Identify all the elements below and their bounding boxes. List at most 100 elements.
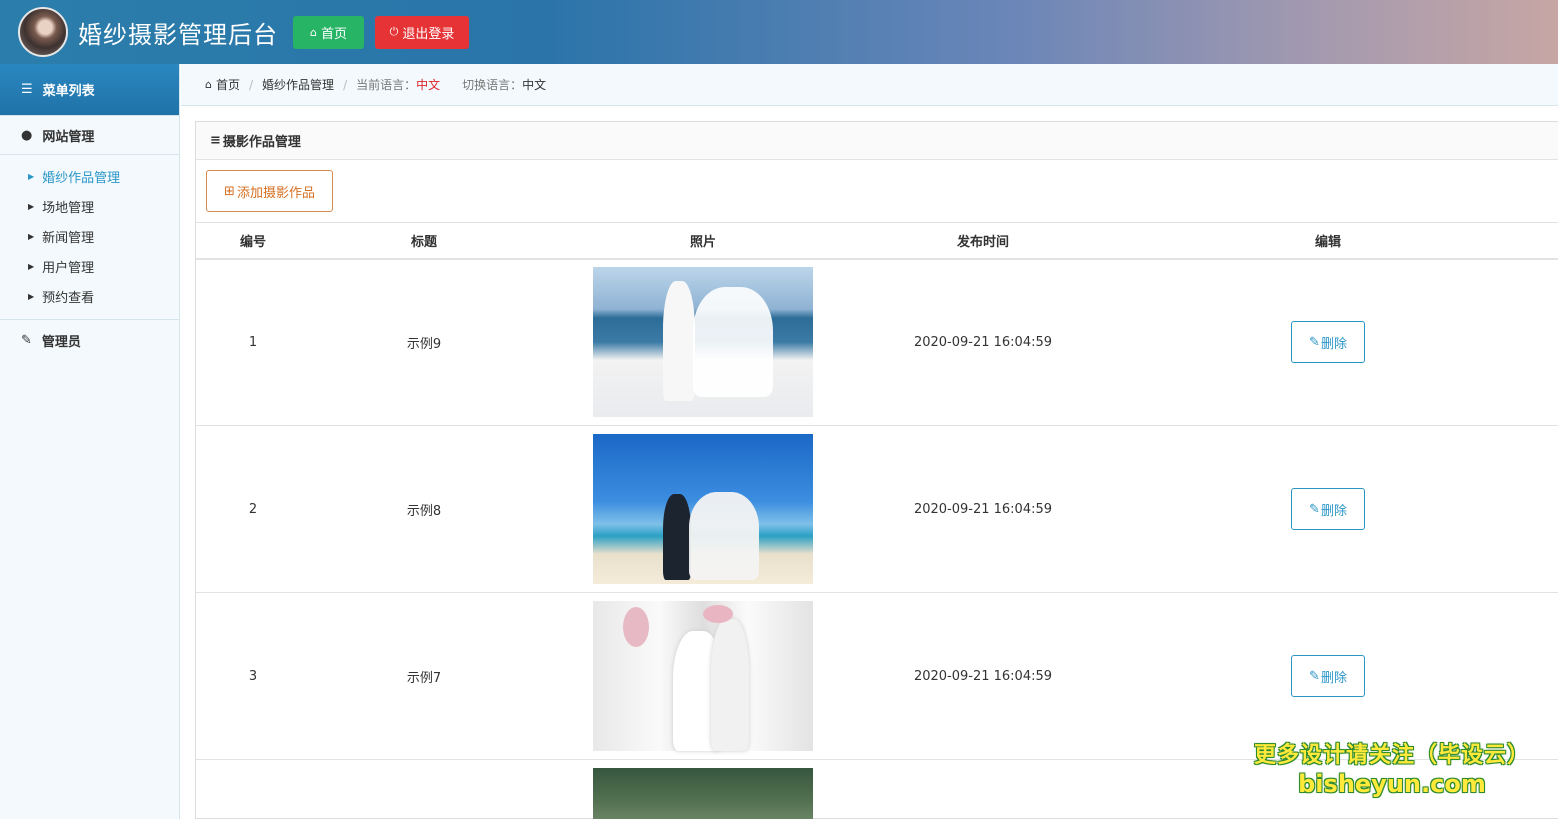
add-work-button[interactable]: ⊞ 添加摄影作品 bbox=[206, 170, 333, 212]
sidebar-item-news[interactable]: ▶ 新闻管理 bbox=[0, 221, 179, 251]
sidebar-item-works[interactable]: ▶ 婚纱作品管理 bbox=[0, 161, 179, 191]
delete-button[interactable]: ✎ 删除 bbox=[1291, 321, 1365, 364]
row-id: 2 bbox=[196, 425, 310, 593]
watermark-line1: 更多设计请关注（毕设云） bbox=[1253, 743, 1530, 768]
sidebar-group-label: 管理员 bbox=[41, 334, 81, 350]
site-title: 婚纱摄影管理后台 bbox=[78, 20, 278, 49]
edit-icon: ✎ bbox=[21, 332, 32, 348]
avatar bbox=[18, 7, 68, 57]
row-title: 示例7 bbox=[310, 592, 538, 760]
panel-title: 摄影作品管理 bbox=[222, 135, 301, 150]
logout-button-label: 退出登录 bbox=[402, 26, 455, 42]
row-action-cell: ✎ 删除 bbox=[1098, 425, 1558, 593]
caret-right-icon: ▶ bbox=[28, 231, 35, 241]
column-header-time: 发布时间 bbox=[868, 222, 1098, 260]
home-icon: ⌂ bbox=[310, 25, 317, 39]
sidebar-item-venues[interactable]: ▶ 场地管理 bbox=[0, 191, 179, 221]
sidebar-item-bookings[interactable]: ▶ 预约查看 bbox=[0, 281, 179, 311]
add-work-button-label: 添加摄影作品 bbox=[236, 185, 315, 201]
switch-language-link[interactable]: 中文 bbox=[522, 76, 546, 93]
menu-header: ☰ 菜单列表 bbox=[0, 64, 179, 115]
breadcrumb: ⌂ 首页 / 婚纱作品管理 / 当前语言： 中文 切换语言： 中文 bbox=[181, 64, 1558, 106]
switch-language-label: 切换语言： bbox=[462, 78, 523, 92]
photo-figure bbox=[711, 619, 749, 751]
row-title bbox=[310, 760, 538, 819]
delete-button[interactable]: ✎ 删除 bbox=[1291, 655, 1365, 697]
edit-icon: ✎ bbox=[1309, 501, 1320, 517]
row-title: 示例9 bbox=[310, 258, 538, 426]
sidebar-group-website[interactable]: ● 网站管理 bbox=[0, 115, 179, 155]
photo-figure bbox=[663, 494, 691, 580]
column-header-photo: 照片 bbox=[538, 222, 868, 260]
table-row: 1 示例9 2020-09-21 16:04:59 ✎ 删除 bbox=[196, 258, 1558, 426]
menu-title: 菜单列表 bbox=[42, 84, 95, 99]
work-photo bbox=[593, 434, 813, 584]
photo-figure bbox=[689, 492, 759, 580]
delete-button-label: 删除 bbox=[1320, 670, 1347, 686]
photo-flowers bbox=[623, 607, 649, 647]
row-photo-cell bbox=[538, 425, 868, 593]
watermark: 更多设计请关注（毕设云） bisheyun.com bbox=[1254, 742, 1530, 798]
caret-right-icon: ▶ bbox=[28, 261, 35, 271]
edit-icon: ✎ bbox=[1309, 668, 1320, 684]
row-photo-cell bbox=[538, 760, 868, 819]
table-row: 3 示例7 2020-09-21 16:04:59 ✎ 删除 bbox=[196, 592, 1558, 760]
list-icon: ☰ bbox=[21, 82, 33, 97]
row-action-cell: ✎ 删除 bbox=[1098, 592, 1558, 760]
row-time: 2020-09-21 16:04:59 bbox=[868, 592, 1098, 760]
row-title: 示例8 bbox=[310, 425, 538, 593]
home-button-label: 首页 bbox=[320, 26, 347, 42]
column-header-edit: 编辑 bbox=[1098, 222, 1558, 260]
table-header-row: 编号 标题 照片 发布时间 编辑 bbox=[196, 222, 1558, 260]
current-language-value: 中文 bbox=[416, 78, 441, 92]
edit-icon: ✎ bbox=[1309, 334, 1320, 350]
menu-lines-icon: ≡ bbox=[210, 133, 221, 148]
row-id bbox=[196, 760, 310, 819]
photo-flowers bbox=[703, 605, 733, 623]
row-photo-cell bbox=[538, 592, 868, 760]
caret-right-icon: ▶ bbox=[28, 201, 35, 211]
delete-button-label: 删除 bbox=[1320, 336, 1347, 352]
sidebar-item-label: 新闻管理 bbox=[42, 230, 95, 246]
user-icon: ● bbox=[21, 127, 33, 143]
sidebar-item-users[interactable]: ▶ 用户管理 bbox=[0, 251, 179, 281]
works-table: 编号 标题 照片 发布时间 编辑 1 示例9 2020-09-21 16:04:… bbox=[196, 222, 1558, 819]
breadcrumb-current[interactable]: 婚纱作品管理 bbox=[262, 76, 334, 93]
work-photo bbox=[593, 768, 813, 819]
work-photo bbox=[593, 601, 813, 751]
logout-button[interactable]: ⏻ 退出登录 bbox=[375, 15, 469, 49]
row-id: 1 bbox=[196, 258, 310, 426]
home-button[interactable]: ⌂ 首页 bbox=[293, 15, 364, 49]
delete-button[interactable]: ✎ 删除 bbox=[1291, 488, 1365, 530]
sidebar-item-label: 用户管理 bbox=[42, 260, 95, 276]
works-panel: ≡ 摄影作品管理 ⊞ 添加摄影作品 编号 标题 照片 发布时间 编辑 1 示例9 bbox=[195, 121, 1558, 819]
watermark-line2: bisheyun.com bbox=[1298, 770, 1486, 798]
caret-right-icon: ▶ bbox=[28, 291, 35, 301]
top-header: 婚纱摄影管理后台 ⌂ 首页 ⏻ 退出登录 bbox=[0, 0, 1558, 64]
current-language-label: 当前语言： bbox=[356, 78, 417, 92]
sidebar-item-label: 婚纱作品管理 bbox=[42, 170, 121, 186]
panel-header: ≡ 摄影作品管理 bbox=[196, 122, 1558, 160]
sidebar: ☰ 菜单列表 ● 网站管理 ▶ 婚纱作品管理 ▶ 场地管理 ▶ 新闻管理 ▶ 用… bbox=[0, 64, 180, 819]
sidebar-item-label: 场地管理 bbox=[42, 200, 95, 216]
table-row: 2 示例8 2020-09-21 16:04:59 ✎ 删除 bbox=[196, 425, 1558, 593]
breadcrumb-separator: / bbox=[249, 77, 254, 92]
row-photo-cell bbox=[538, 258, 868, 426]
delete-button-label: 删除 bbox=[1320, 503, 1347, 519]
sidebar-item-label: 预约查看 bbox=[42, 290, 95, 306]
row-id: 3 bbox=[196, 592, 310, 760]
row-time: 2020-09-21 16:04:59 bbox=[868, 258, 1098, 426]
breadcrumb-home[interactable]: 首页 bbox=[216, 76, 240, 93]
sidebar-group-admin[interactable]: ✎ 管理员 bbox=[0, 320, 179, 360]
sidebar-sub-list: ▶ 婚纱作品管理 ▶ 场地管理 ▶ 新闻管理 ▶ 用户管理 ▶ 预约查看 bbox=[0, 155, 179, 320]
row-time: 2020-09-21 16:04:59 bbox=[868, 425, 1098, 593]
work-photo bbox=[593, 267, 813, 418]
power-icon: ⏻ bbox=[389, 25, 399, 38]
caret-right-icon: ▶ bbox=[28, 171, 35, 181]
photo-figure bbox=[693, 287, 773, 398]
sidebar-group-label: 网站管理 bbox=[42, 129, 95, 145]
row-time bbox=[868, 760, 1098, 819]
plus-square-icon: ⊞ bbox=[224, 183, 235, 199]
column-header-title: 标题 bbox=[310, 222, 538, 260]
photo-figure bbox=[663, 281, 695, 402]
